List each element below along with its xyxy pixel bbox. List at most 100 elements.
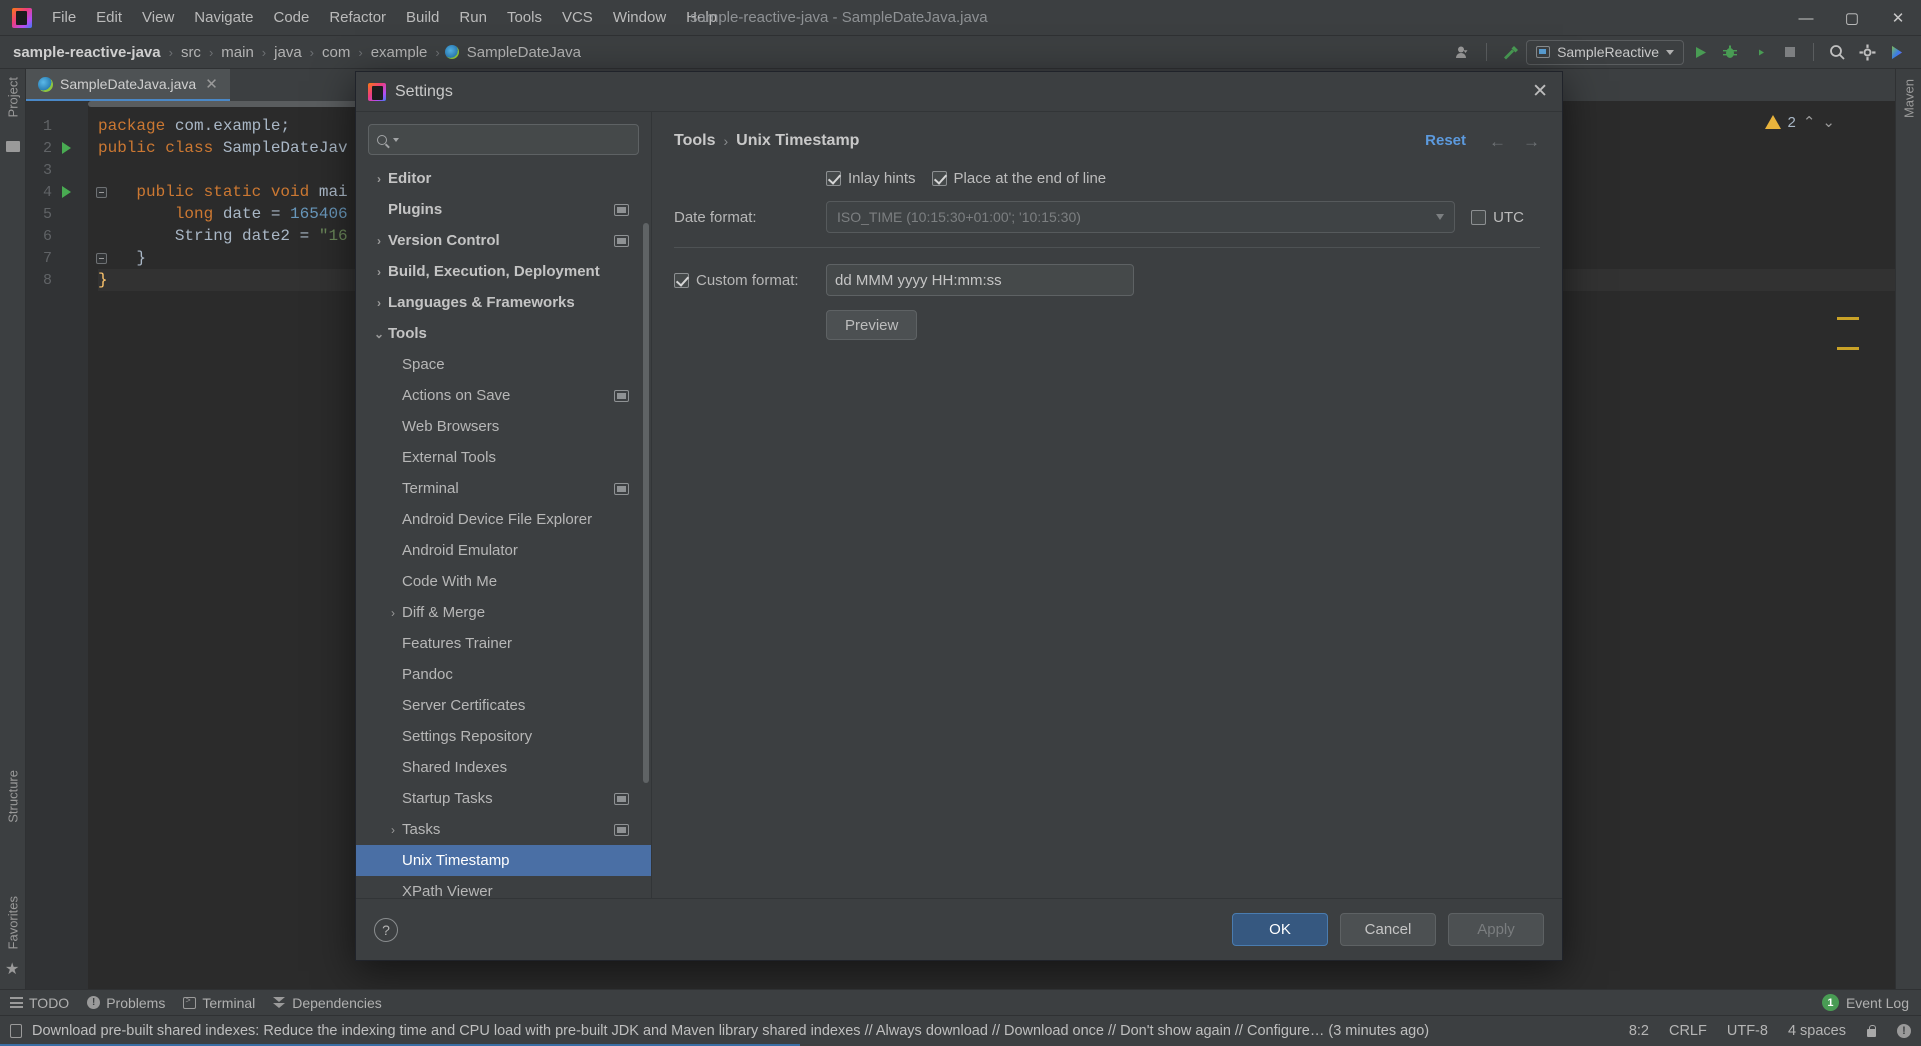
notification-icon[interactable] (10, 1024, 22, 1038)
hammer-build-icon[interactable] (1496, 39, 1524, 65)
close-window-button[interactable]: ✕ (1875, 0, 1921, 36)
tool-window-favorites[interactable]: Favorites (0, 890, 26, 955)
custom-format-input[interactable] (826, 264, 1134, 296)
tree-item-diff-merge[interactable]: › Diff & Merge (356, 597, 651, 628)
tree-item-unix-timestamp[interactable]: Unix Timestamp (356, 845, 651, 876)
tree-item-version-control[interactable]: › Version Control (356, 225, 651, 256)
chevron-down-icon[interactable] (393, 137, 399, 142)
inspection-status-icon[interactable]: ! (1897, 1024, 1911, 1038)
debug-icon[interactable] (1716, 39, 1744, 65)
settings-tree[interactable]: › Editor Plugins › Version Control › Bui… (356, 163, 651, 898)
preview-button[interactable]: Preview (826, 310, 918, 340)
breadcrumb-project[interactable]: sample-reactive-java (10, 42, 164, 63)
gutter-warning-marker[interactable] (1837, 317, 1859, 320)
tree-item-android-emulator[interactable]: Android Emulator (356, 535, 651, 566)
nav-forward-icon[interactable]: → (1523, 132, 1540, 152)
gutter-warning-marker[interactable] (1837, 347, 1859, 350)
run-gutter-icon[interactable] (62, 186, 71, 198)
tree-item-terminal[interactable]: Terminal (356, 473, 651, 504)
run-with-coverage-icon[interactable] (1746, 39, 1774, 65)
menu-view[interactable]: View (132, 4, 184, 31)
menu-window[interactable]: Window (603, 4, 676, 31)
tree-item-pandoc[interactable]: Pandoc (356, 659, 651, 690)
tree-item-xpath-viewer[interactable]: XPath Viewer (356, 876, 651, 898)
settings-search-box[interactable] (368, 124, 639, 155)
tree-item-startup-tasks[interactable]: Startup Tasks (356, 783, 651, 814)
previous-problem-icon[interactable]: ⌃ (1803, 113, 1816, 131)
menu-tools[interactable]: Tools (497, 4, 552, 31)
breadcrumb-java[interactable]: java (271, 42, 305, 63)
date-format-combobox[interactable]: ISO_TIME (10:15:30+01:00'; '10:15:30) (826, 201, 1456, 233)
utc-checkbox[interactable] (1471, 209, 1487, 225)
line-separator[interactable]: CRLF (1669, 1023, 1707, 1039)
nav-back-icon[interactable]: ← (1489, 132, 1506, 152)
tree-scrollbar[interactable] (643, 223, 649, 783)
tree-item-languages-frameworks[interactable]: › Languages & Frameworks (356, 287, 651, 318)
tree-item-build-execution-deployment[interactable]: › Build, Execution, Deployment (356, 256, 651, 287)
user-avatar-icon[interactable] (1449, 39, 1477, 65)
menu-run[interactable]: Run (449, 4, 497, 31)
menu-file[interactable]: File (42, 4, 86, 31)
tool-window-problems[interactable]: ! Problems (87, 995, 165, 1011)
search-everywhere-icon[interactable] (1823, 39, 1851, 65)
event-log-button[interactable]: 1 Event Log (1821, 994, 1909, 1011)
run-configuration-selector[interactable]: SampleReactive (1526, 39, 1684, 65)
run-icon[interactable] (1686, 39, 1714, 65)
menu-vcs[interactable]: VCS (552, 4, 603, 31)
menu-refactor[interactable]: Refactor (319, 4, 396, 31)
caret-position[interactable]: 8:2 (1629, 1023, 1649, 1039)
editor-tab-sampledatejava[interactable]: SampleDateJava.java ✕ (26, 69, 230, 101)
apply-button[interactable]: Apply (1448, 913, 1544, 946)
tree-item-shared-indexes[interactable]: Shared Indexes (356, 752, 651, 783)
settings-search-input[interactable] (405, 131, 630, 148)
breadcrumb-main[interactable]: main (218, 42, 257, 63)
tree-item-settings-repository[interactable]: Settings Repository (356, 721, 651, 752)
stop-icon[interactable] (1776, 39, 1804, 65)
custom-format-checkbox[interactable] (674, 272, 689, 288)
inspection-warnings-indicator[interactable]: 2 ⌃ ⌄ (1764, 113, 1835, 131)
tree-item-tools[interactable]: ⌄ Tools (356, 318, 651, 349)
tree-item-space[interactable]: Space (356, 349, 651, 380)
run-gutter-icon[interactable] (62, 142, 71, 154)
tool-window-dependencies[interactable]: Dependencies (273, 995, 382, 1011)
tool-window-maven[interactable]: Maven (1896, 73, 1921, 124)
next-problem-icon[interactable]: ⌄ (1822, 113, 1835, 131)
inlay-hints-checkbox[interactable] (826, 171, 841, 186)
breadcrumb-src[interactable]: src (178, 42, 204, 63)
tree-item-actions-on-save[interactable]: Actions on Save (356, 380, 651, 411)
maximize-button[interactable]: ▢ (1829, 0, 1875, 36)
ok-button[interactable]: OK (1232, 913, 1328, 946)
tool-window-project[interactable]: Project (0, 71, 26, 123)
tree-item-code-with-me[interactable]: Code With Me (356, 566, 651, 597)
settings-gear-icon[interactable] (1853, 39, 1881, 65)
tool-window-todo[interactable]: TODO (10, 995, 69, 1011)
status-message[interactable]: Download pre-built shared indexes: Reduc… (32, 1023, 1429, 1039)
menu-edit[interactable]: Edit (86, 4, 132, 31)
minimize-button[interactable]: — (1783, 0, 1829, 36)
place-at-end-of-line-checkbox[interactable] (931, 171, 947, 186)
indent-setting[interactable]: 4 spaces (1788, 1023, 1846, 1039)
tool-window-terminal[interactable]: Terminal (183, 995, 255, 1011)
tree-item-features-trainer[interactable]: Features Trainer (356, 628, 651, 659)
tree-item-plugins[interactable]: Plugins (356, 194, 651, 225)
menu-navigate[interactable]: Navigate (184, 4, 263, 31)
breadcrumb-example[interactable]: example (368, 42, 431, 63)
tool-window-structure[interactable]: Structure (0, 764, 26, 829)
close-dialog-button[interactable]: ✕ (1532, 80, 1548, 103)
menu-code[interactable]: Code (263, 4, 319, 31)
tree-item-external-tools[interactable]: External Tools (356, 442, 651, 473)
tree-item-web-browsers[interactable]: Web Browsers (356, 411, 651, 442)
tree-item-android-device-file-explorer[interactable]: Android Device File Explorer (356, 504, 651, 535)
breadcrumb-class[interactable]: SampleDateJava (464, 42, 584, 63)
file-encoding[interactable]: UTF-8 (1727, 1023, 1768, 1039)
help-button[interactable]: ? (374, 917, 398, 942)
menu-build[interactable]: Build (396, 4, 449, 31)
tree-item-server-certificates[interactable]: Server Certificates (356, 690, 651, 721)
breadcrumb-com[interactable]: com (319, 42, 353, 63)
tree-item-tasks[interactable]: › Tasks (356, 814, 651, 845)
ide-assistant-icon[interactable] (1883, 39, 1911, 65)
lock-icon[interactable] (1866, 1024, 1877, 1038)
cancel-button[interactable]: Cancel (1340, 913, 1436, 946)
close-tab-icon[interactable]: ✕ (203, 75, 220, 93)
tree-item-editor[interactable]: › Editor (356, 163, 651, 194)
